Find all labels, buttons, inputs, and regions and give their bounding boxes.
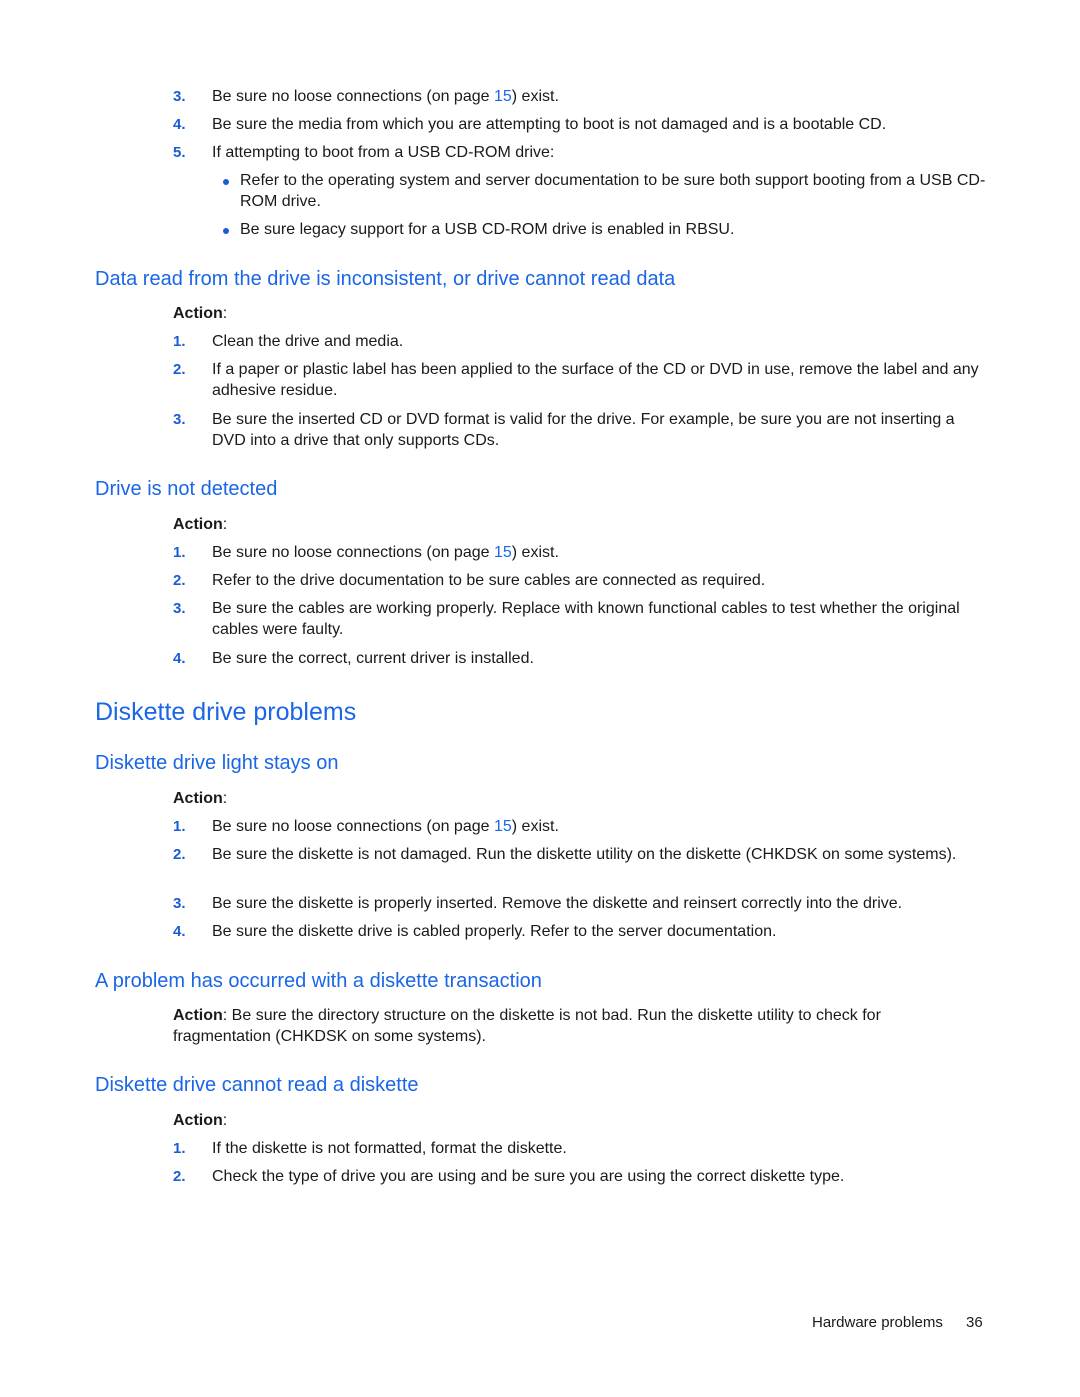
page-link[interactable]: 15 <box>494 818 512 835</box>
list-number: 1. <box>173 1140 186 1157</box>
action-label: Action: <box>173 1112 228 1129</box>
item-text: ) exist. <box>511 88 559 105</box>
section-heading: Data read from the drive is inconsistent… <box>95 268 676 290</box>
page-number: 36 <box>966 1314 983 1331</box>
list-item: Be sure the diskette is properly inserte… <box>212 895 903 912</box>
list-number: 1. <box>173 544 186 561</box>
section-heading: Drive is not detected <box>95 478 278 500</box>
action-label-text: Action <box>173 1007 223 1024</box>
page-link[interactable]: 15 <box>494 88 512 105</box>
list-number: 3. <box>173 88 186 105</box>
list-number: 2. <box>173 361 186 378</box>
list-number: 2. <box>173 846 186 863</box>
list-number: 1. <box>173 333 186 350</box>
list-item: Clean the drive and media. <box>212 333 404 350</box>
section-heading: A problem has occurred with a diskette t… <box>95 970 542 992</box>
section-heading: Diskette drive light stays on <box>95 752 339 774</box>
bullet-icon <box>223 179 229 185</box>
action-paragraph: Action: Be sure the directory structure … <box>173 1005 963 1047</box>
list-number: 2. <box>173 1168 186 1185</box>
list-item: Be sure the diskette is not damaged. Run… <box>212 846 957 863</box>
action-label-text: Action <box>173 790 223 807</box>
item-text: Be sure no loose connections (on page <box>212 88 494 105</box>
list-item: Be sure the correct, current driver is i… <box>212 650 534 667</box>
list-number: 3. <box>173 411 186 428</box>
list-item: Be sure the cables are working properly.… <box>212 600 960 638</box>
action-text: : Be sure the directory structure on the… <box>173 1007 881 1045</box>
list-number: 3. <box>173 895 186 912</box>
action-label: Action: <box>173 516 228 533</box>
action-label-text: Action <box>173 516 223 533</box>
list-item: If attempting to boot from a USB CD-ROM … <box>212 144 555 161</box>
list-number: 5. <box>173 144 186 161</box>
list-number: 4. <box>173 650 186 667</box>
item-text: ) exist. <box>511 544 559 561</box>
action-label: Action: <box>173 790 228 807</box>
item-text: Be sure no loose connections (on page <box>212 818 494 835</box>
list-item: Be sure no loose connections (on page 15… <box>212 816 992 837</box>
action-label-text: Action <box>173 1112 223 1129</box>
list-number: 2. <box>173 572 186 589</box>
action-label: Action: <box>173 305 228 322</box>
list-item: Be sure no loose connections (on page 15… <box>212 86 992 107</box>
list-item: Be sure the media from which you are att… <box>212 116 887 133</box>
item-text: ) exist. <box>511 818 559 835</box>
list-item: Check the type of drive you are using an… <box>212 1168 845 1185</box>
chapter-heading: Diskette drive problems <box>95 698 357 726</box>
list-item: If a paper or plastic label has been app… <box>212 361 979 399</box>
bullet-item: Be sure legacy support for a USB CD-ROM … <box>240 221 735 238</box>
action-label-text: Action <box>173 305 223 322</box>
list-item: Be sure no loose connections (on page 15… <box>212 542 992 563</box>
item-text: Be sure no loose connections (on page <box>212 544 494 561</box>
list-number: 4. <box>173 923 186 940</box>
section-heading: Diskette drive cannot read a diskette <box>95 1074 419 1096</box>
footer-section: Hardware problems <box>812 1314 943 1331</box>
list-item: Be sure the diskette drive is cabled pro… <box>212 923 777 940</box>
list-number: 1. <box>173 818 186 835</box>
bullet-item: Refer to the operating system and server… <box>240 172 986 210</box>
list-item: If the diskette is not formatted, format… <box>212 1140 567 1157</box>
list-number: 3. <box>173 600 186 617</box>
list-item: Refer to the drive documentation to be s… <box>212 572 766 589</box>
bullet-icon <box>223 228 229 234</box>
list-number: 4. <box>173 116 186 133</box>
page-link[interactable]: 15 <box>494 544 512 561</box>
list-item: Be sure the inserted CD or DVD format is… <box>212 411 955 449</box>
